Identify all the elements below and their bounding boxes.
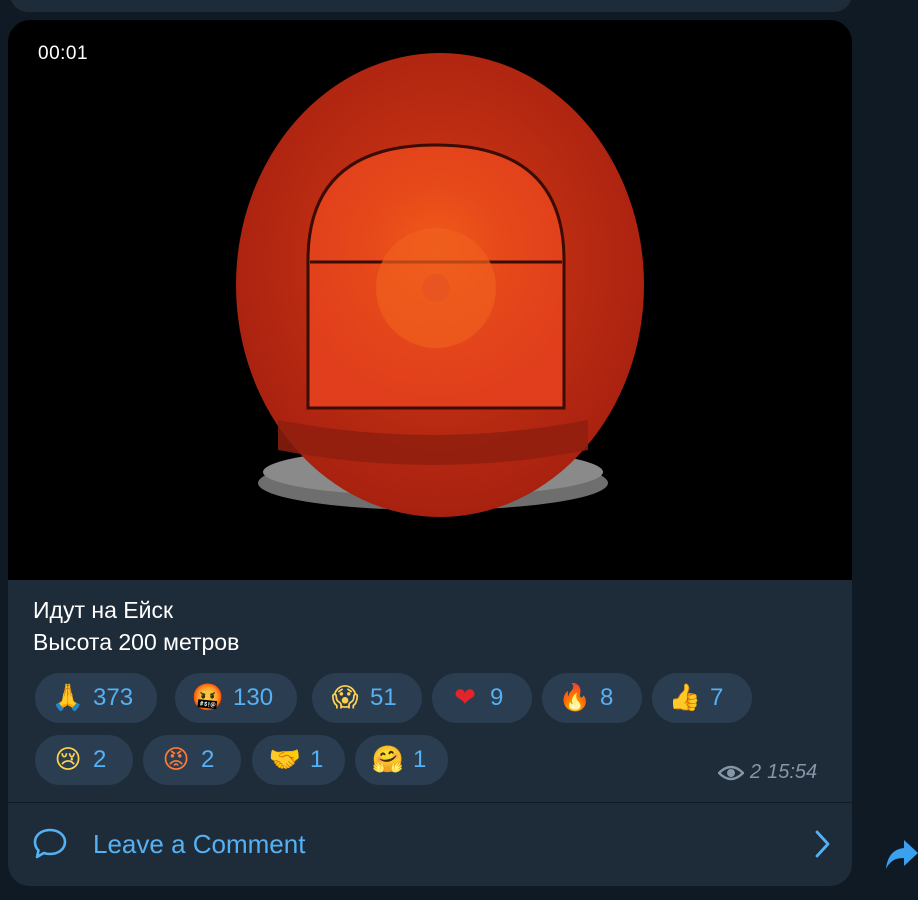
- reaction-count: 51: [370, 684, 397, 711]
- thumbs-up-emoji-icon: 👍: [668, 683, 702, 713]
- chevron-right-icon: [815, 830, 830, 858]
- reaction-fire[interactable]: 🔥 8: [542, 673, 642, 723]
- view-count: 2: [750, 761, 762, 783]
- reaction-count: 373: [93, 684, 134, 711]
- reaction-cursing-face[interactable]: 🤬 130: [175, 673, 297, 723]
- caption-line: Высота 200 метров: [33, 629, 240, 655]
- caption-line: Идут на Ейск: [33, 597, 174, 623]
- video-duration: 00:01: [38, 43, 89, 64]
- siren-video-frame: [236, 53, 644, 517]
- handshake-emoji-icon: 🤝: [268, 745, 302, 775]
- fire-emoji-icon: 🔥: [558, 683, 592, 713]
- praying-hands-emoji-icon: 🙏: [51, 683, 85, 713]
- reaction-count: 7: [710, 684, 724, 711]
- cursing-face-emoji-icon: 🤬: [191, 683, 225, 713]
- reaction-angry-face[interactable]: 😡 2: [143, 735, 241, 785]
- reaction-crying-face[interactable]: 😢 2: [35, 735, 133, 785]
- leave-comment-button[interactable]: Leave a Comment: [8, 803, 852, 886]
- reaction-count: 8: [600, 684, 614, 711]
- message-time: 15:54: [767, 761, 818, 783]
- hugging-face-emoji-icon: 🤗: [371, 745, 405, 775]
- reaction-red-heart[interactable]: ❤ 9: [432, 673, 532, 723]
- message-caption: Идут на Ейск Высота 200 метров: [33, 594, 239, 658]
- comment-bubble-icon: [33, 828, 67, 859]
- reaction-count: 130: [233, 684, 274, 711]
- reaction-count: 2: [201, 746, 215, 773]
- reaction-hugging-face[interactable]: 🤗 1: [355, 735, 448, 785]
- message-bubble: 00:01 Идут на Ейск Высота 200 метров 🙏 3…: [8, 20, 852, 886]
- angry-face-emoji-icon: 😡: [162, 745, 190, 775]
- reaction-count: 1: [413, 746, 427, 773]
- eye-icon: [718, 765, 744, 780]
- previous-message-bubble: [10, 0, 852, 12]
- reaction-count: 9: [490, 684, 504, 711]
- reaction-praying-hands[interactable]: 🙏 373: [35, 673, 157, 723]
- red-heart-emoji-icon: ❤: [454, 683, 476, 713]
- reaction-thumbs-up[interactable]: 👍 7: [652, 673, 752, 723]
- reaction-count: 1: [310, 746, 324, 773]
- message-meta: 2 15:54: [718, 761, 817, 784]
- screaming-face-emoji-icon: 😱: [331, 683, 359, 713]
- reaction-count: 2: [93, 746, 107, 773]
- forward-share-icon[interactable]: [884, 836, 918, 872]
- reaction-handshake[interactable]: 🤝 1: [252, 735, 345, 785]
- video-player[interactable]: 00:01: [8, 20, 852, 580]
- reaction-screaming-face[interactable]: 😱 51: [312, 673, 422, 723]
- crying-face-emoji-icon: 😢: [54, 745, 82, 775]
- leave-comment-label: Leave a Comment: [93, 829, 306, 859]
